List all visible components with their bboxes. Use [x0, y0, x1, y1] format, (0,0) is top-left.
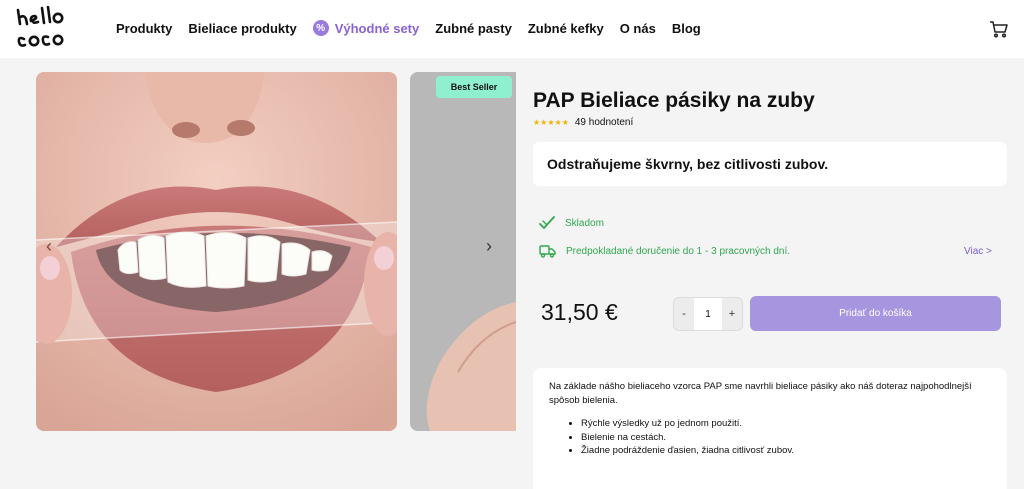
- description-text: Na základe nášho bieliaceho vzorca PAP s…: [549, 381, 972, 406]
- list-item: Žiadne podráždenie ďasien, žiadna citliv…: [581, 444, 993, 458]
- nav-item-vyhodne-sety[interactable]: % Výhodné sety: [312, 20, 420, 36]
- nav-item-bieliace-produkty[interactable]: Bieliace produkty: [188, 21, 296, 36]
- site-header: Produkty Bieliace produkty % Výhodné set…: [0, 0, 1024, 58]
- hand-photo: [410, 72, 516, 431]
- smile-photo: [36, 72, 397, 431]
- cart-icon[interactable]: [989, 20, 1009, 38]
- best-seller-badge: Best Seller: [436, 76, 512, 98]
- list-item: Rýchle výsledky už po jednom použití.: [581, 417, 993, 431]
- add-to-cart-button[interactable]: Pridať do košíka: [750, 296, 1001, 331]
- percent-icon: %: [312, 20, 329, 36]
- check-icon: [539, 216, 555, 229]
- nav-item-blog[interactable]: Blog: [672, 21, 701, 36]
- increase-quantity-button[interactable]: +: [722, 298, 742, 330]
- feature-list: Rýchle výsledky už po jednom použití. Bi…: [549, 417, 993, 458]
- rating-count: 49 hodnotení: [574, 117, 634, 128]
- main-nav: Produkty Bieliace produkty % Výhodné set…: [116, 20, 717, 36]
- stock-status: Skladom: [539, 216, 604, 230]
- nav-item-zubne-kefky[interactable]: Zubné kefky: [528, 21, 604, 36]
- nav-item-label: Zubné kefky: [527, 20, 604, 36]
- product-image-next[interactable]: [410, 72, 516, 431]
- product-image-main[interactable]: [36, 72, 397, 431]
- tagline-box: Odstraňujeme škvrny, bez citlivosti zubo…: [533, 142, 1007, 186]
- delivery-label: Predpokladané doručenie do 1 - 3 pracovn…: [566, 245, 791, 257]
- nav-item-label: Bieliace produkty: [188, 20, 297, 36]
- delivery-status: Predpokladané doručenie do 1 - 3 pracovn…: [539, 244, 790, 258]
- quantity-value[interactable]: 1: [694, 298, 722, 330]
- decrease-quantity-button[interactable]: -: [674, 298, 694, 330]
- chevron-left-icon[interactable]: ‹: [46, 236, 52, 257]
- stock-label: Skladom: [565, 217, 604, 229]
- nav-item-label: Produkty: [116, 20, 173, 36]
- nav-item-produkty[interactable]: Produkty: [116, 21, 172, 36]
- product-description: Na základe nášho bieliaceho vzorca PAP s…: [533, 368, 1007, 489]
- chevron-right-icon[interactable]: ›: [486, 236, 492, 257]
- nav-item-label: Blog: [671, 20, 701, 36]
- nav-item-label: O nás: [619, 20, 656, 36]
- product-price: 31,50 €: [541, 299, 618, 325]
- product-rating[interactable]: ★★★★★ 49 hodnotení: [533, 117, 633, 128]
- nav-item-label: Zubné pasty: [435, 20, 512, 36]
- list-item: Bielenie na cestách.: [581, 431, 993, 445]
- more-info-link[interactable]: Viac >: [964, 246, 992, 257]
- product-title: PAP Bieliace pásiky na zuby: [533, 89, 815, 112]
- truck-icon: [539, 245, 556, 258]
- nav-item-zubne-pasty[interactable]: Zubné pasty: [435, 21, 512, 36]
- product-tagline: Odstraňujeme škvrny, bez citlivosti zubo…: [547, 156, 829, 172]
- hello-coco-logo[interactable]: [14, 6, 90, 52]
- quantity-stepper[interactable]: - 1 +: [673, 297, 743, 331]
- nav-item-label: Výhodné sety: [334, 20, 420, 36]
- nav-item-o-nas[interactable]: O nás: [620, 21, 656, 36]
- rating-stars: ★★★★★: [533, 118, 569, 127]
